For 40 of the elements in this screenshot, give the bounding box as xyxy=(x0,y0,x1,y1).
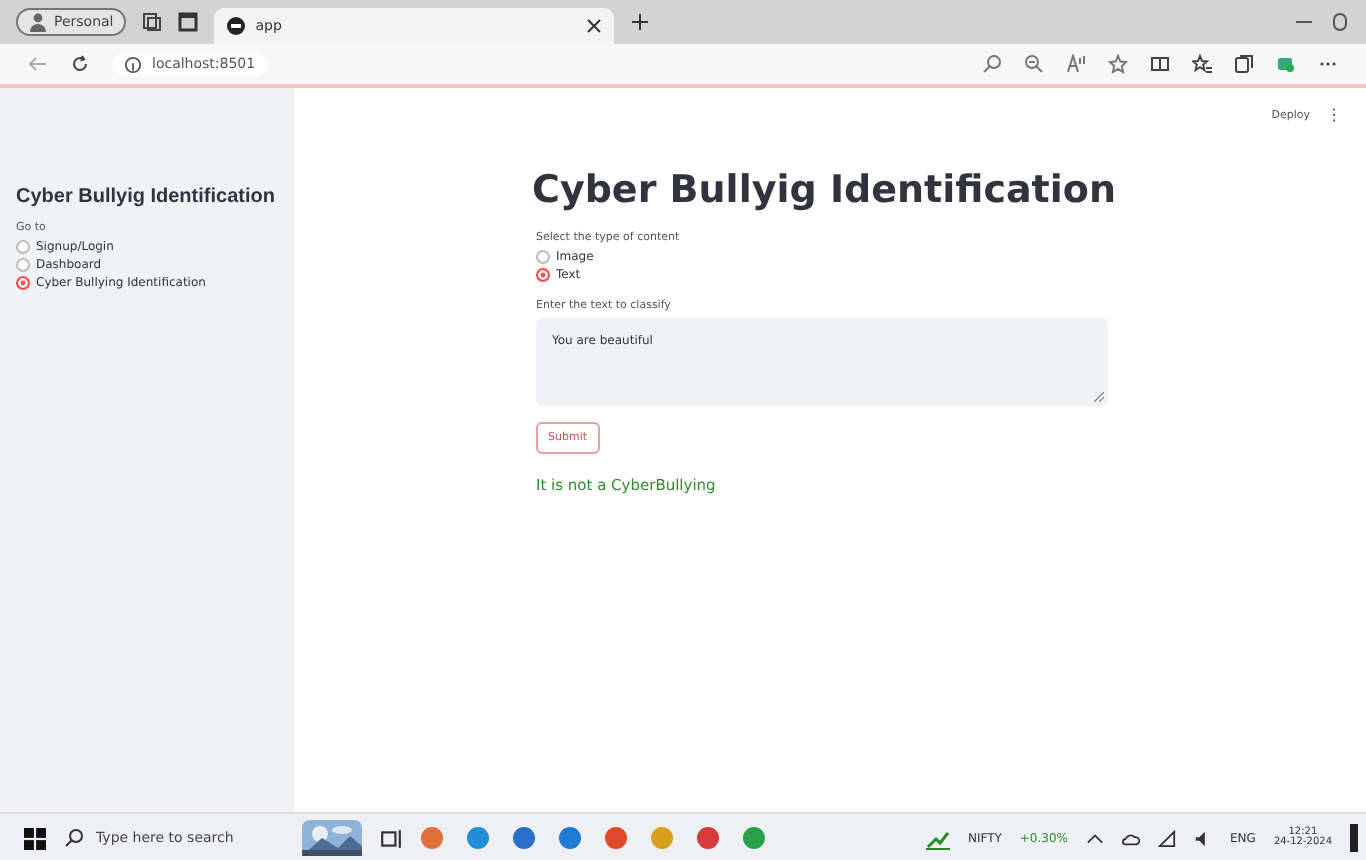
radio-button[interactable] xyxy=(16,258,30,272)
tabs-icon[interactable] xyxy=(141,12,162,32)
refresh-icon[interactable] xyxy=(70,54,90,74)
extension-icon[interactable] xyxy=(1276,54,1296,74)
zoom-icon[interactable] xyxy=(1024,54,1044,74)
chevron-up-icon[interactable] xyxy=(1086,829,1104,847)
star-icon[interactable] xyxy=(1108,54,1128,74)
split-screen-icon[interactable] xyxy=(1150,54,1170,74)
chart-trend-icon[interactable] xyxy=(925,827,950,849)
app-icon[interactable] xyxy=(604,826,628,850)
read-aloud-icon[interactable] xyxy=(1066,54,1086,74)
app-icon[interactable] xyxy=(466,826,490,850)
app-logo-icon xyxy=(225,16,246,36)
back-icon[interactable] xyxy=(28,54,48,74)
sidebar-title: Cyber Bullyig Identification xyxy=(16,184,275,210)
radio-button[interactable] xyxy=(16,240,30,254)
search-icon xyxy=(64,828,84,848)
favorites-icon[interactable] xyxy=(1192,54,1212,74)
person-icon xyxy=(28,12,48,32)
close-icon[interactable] xyxy=(585,18,602,34)
cloud-icon[interactable] xyxy=(1122,829,1140,847)
app-icon[interactable] xyxy=(558,826,582,850)
page-title: Cyber Bullyig Identification xyxy=(532,168,1108,212)
window-icon[interactable] xyxy=(177,12,198,32)
new-tab-icon[interactable] xyxy=(629,12,650,32)
app-icon[interactable] xyxy=(512,826,536,850)
info-icon[interactable] xyxy=(124,55,142,73)
network-icon[interactable] xyxy=(1158,829,1176,847)
app-icon[interactable] xyxy=(696,826,720,850)
windows-logo-icon[interactable] xyxy=(24,827,46,849)
collections-icon[interactable] xyxy=(1234,54,1254,74)
app-icon[interactable] xyxy=(742,826,766,850)
radio-button[interactable] xyxy=(16,276,30,290)
resize-handle-icon[interactable] xyxy=(1094,392,1104,402)
menu-button[interactable]: ⋮ xyxy=(1326,106,1342,124)
radio-button[interactable] xyxy=(536,250,550,264)
app-icon[interactable] xyxy=(420,826,444,850)
search-icon[interactable] xyxy=(982,54,1002,74)
task-view-icon[interactable] xyxy=(380,827,402,849)
radio-button[interactable] xyxy=(536,268,550,282)
